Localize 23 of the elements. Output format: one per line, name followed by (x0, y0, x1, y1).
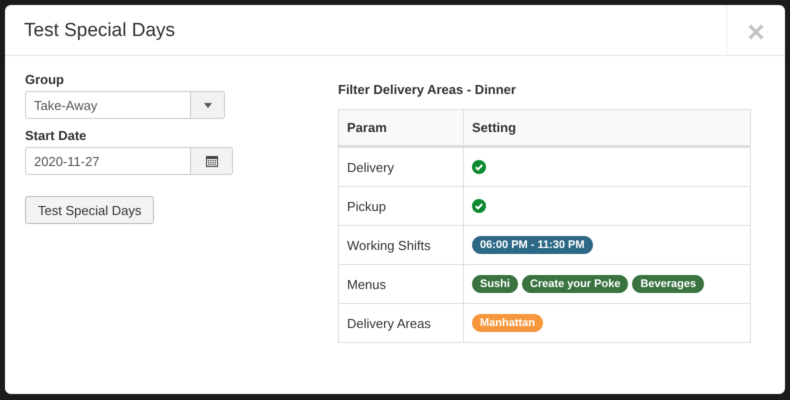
section-title: Filter Delivery Areas - Dinner (338, 82, 517, 97)
table-cell: Delivery Areas (338, 304, 464, 342)
table-cell: Delivery (338, 146, 464, 186)
caret-icon (204, 102, 212, 108)
field-label: Start Date (25, 128, 88, 143)
date-field[interactable]: 2020-11-27 (25, 147, 191, 175)
table-cell: Pickup (338, 186, 464, 226)
calendar-icon (206, 155, 218, 167)
tag: Create your Poke (522, 275, 628, 293)
table-cell: Menus (338, 264, 464, 304)
tag: Sushi (472, 275, 518, 293)
dropdown-button[interactable] (191, 91, 225, 119)
field-label: Group (25, 72, 65, 87)
calendar-button[interactable] (191, 147, 233, 175)
tag: 06:00 PM - 11:30 PM (472, 236, 593, 254)
test-button[interactable]: Test Special Days (25, 196, 154, 224)
group-select[interactable]: Take-Away (25, 91, 191, 119)
tag: Manhattan (472, 314, 543, 332)
tag: Beverages (632, 275, 704, 293)
column-header: Setting (464, 110, 750, 146)
column-header: Param (338, 110, 464, 146)
dialog-title: Test Special Days (23, 19, 176, 43)
table-cell: Working Shifts (338, 226, 464, 264)
